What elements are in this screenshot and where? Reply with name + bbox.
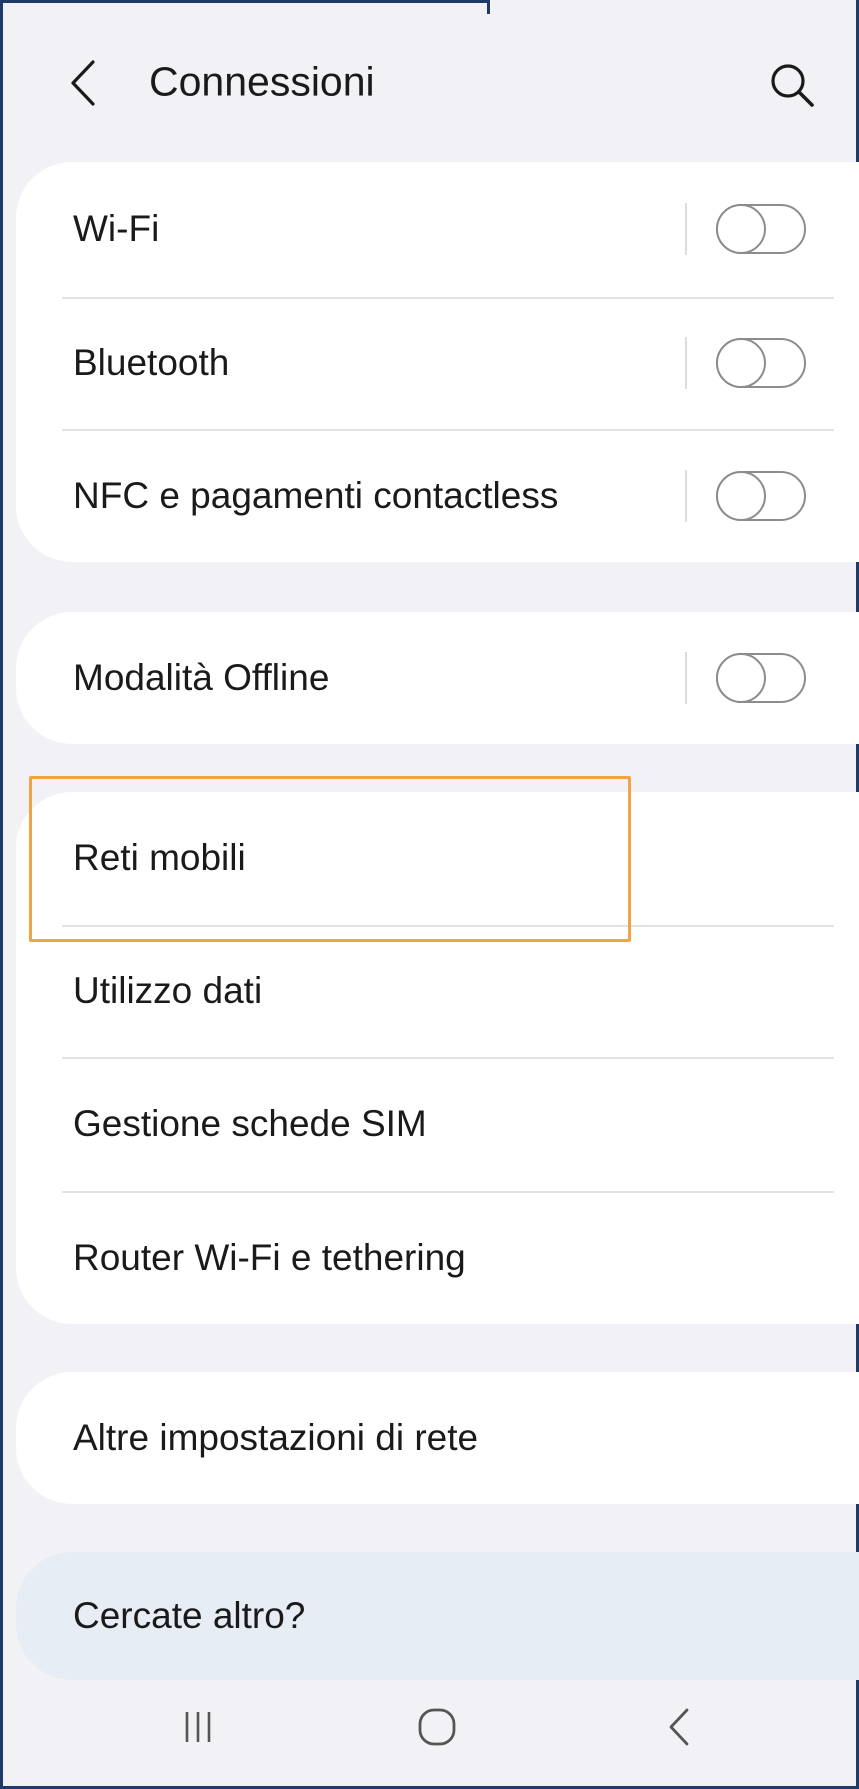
nfc-toggle[interactable] <box>715 470 806 521</box>
setting-label: Altre impostazioni di rete <box>73 1417 479 1458</box>
setting-row-sim-manager[interactable]: Gestione schede SIM <box>16 1058 859 1190</box>
setting-label: Router Wi-Fi e tethering <box>73 1237 466 1278</box>
setting-row-bluetooth[interactable]: Bluetooth <box>16 298 859 428</box>
setting-label: Reti mobili <box>73 837 246 878</box>
toggle-knob <box>715 203 766 254</box>
frame-notch <box>487 0 490 14</box>
toggle-knob <box>715 470 766 521</box>
setting-row-mobile-networks[interactable]: Reti mobili <box>16 792 859 924</box>
suggestion-card: Cercate altro? <box>16 1552 859 1680</box>
wifi-toggle[interactable] <box>715 203 806 254</box>
header: Connessioni <box>3 28 856 138</box>
search-icon[interactable] <box>767 60 817 110</box>
setting-label: Modalità Offline <box>73 657 330 698</box>
setting-label: Bluetooth <box>73 342 230 383</box>
toggle-knob <box>715 337 766 388</box>
bluetooth-toggle[interactable] <box>715 337 806 388</box>
setting-label: NFC e pagamenti contactless <box>73 475 559 516</box>
settings-group-network: Reti mobili Utilizzo dati Gestione sched… <box>16 792 859 1324</box>
setting-row-offline-mode[interactable]: Modalità Offline <box>16 612 859 744</box>
toggle-separator <box>685 337 687 389</box>
settings-group-offline: Modalità Offline <box>16 612 859 744</box>
navigation-bar <box>3 1672 856 1786</box>
suggestion-label: Cercate altro? <box>73 1595 306 1636</box>
frame-top-edge <box>3 0 487 3</box>
chevron-left-icon[interactable] <box>65 58 105 108</box>
settings-screen: Connessioni Wi-Fi Bluetooth NFC e pagame… <box>0 0 859 1789</box>
back-icon[interactable] <box>666 1707 692 1747</box>
recents-icon[interactable] <box>183 1710 213 1744</box>
toggle-separator <box>685 470 687 522</box>
toggle-knob <box>715 652 766 703</box>
offline-mode-toggle[interactable] <box>715 652 806 703</box>
setting-row-data-usage[interactable]: Utilizzo dati <box>16 926 859 1056</box>
home-icon[interactable] <box>417 1707 457 1747</box>
suggestion-row[interactable]: Cercate altro? <box>16 1552 859 1680</box>
setting-row-hotspot-tethering[interactable]: Router Wi-Fi e tethering <box>16 1192 859 1324</box>
toggle-separator <box>685 203 687 255</box>
toggle-separator <box>685 652 687 704</box>
page-title: Connessioni <box>149 58 375 105</box>
settings-group-more: Altre impostazioni di rete <box>16 1372 859 1504</box>
setting-label: Utilizzo dati <box>73 970 263 1011</box>
setting-row-nfc[interactable]: NFC e pagamenti contactless <box>16 430 859 562</box>
setting-row-wifi[interactable]: Wi-Fi <box>16 162 859 296</box>
settings-group-wireless: Wi-Fi Bluetooth NFC e pagamenti contactl… <box>16 162 859 562</box>
setting-label: Wi-Fi <box>73 208 160 249</box>
setting-label: Gestione schede SIM <box>73 1103 427 1144</box>
setting-row-more-network-settings[interactable]: Altre impostazioni di rete <box>16 1372 859 1504</box>
